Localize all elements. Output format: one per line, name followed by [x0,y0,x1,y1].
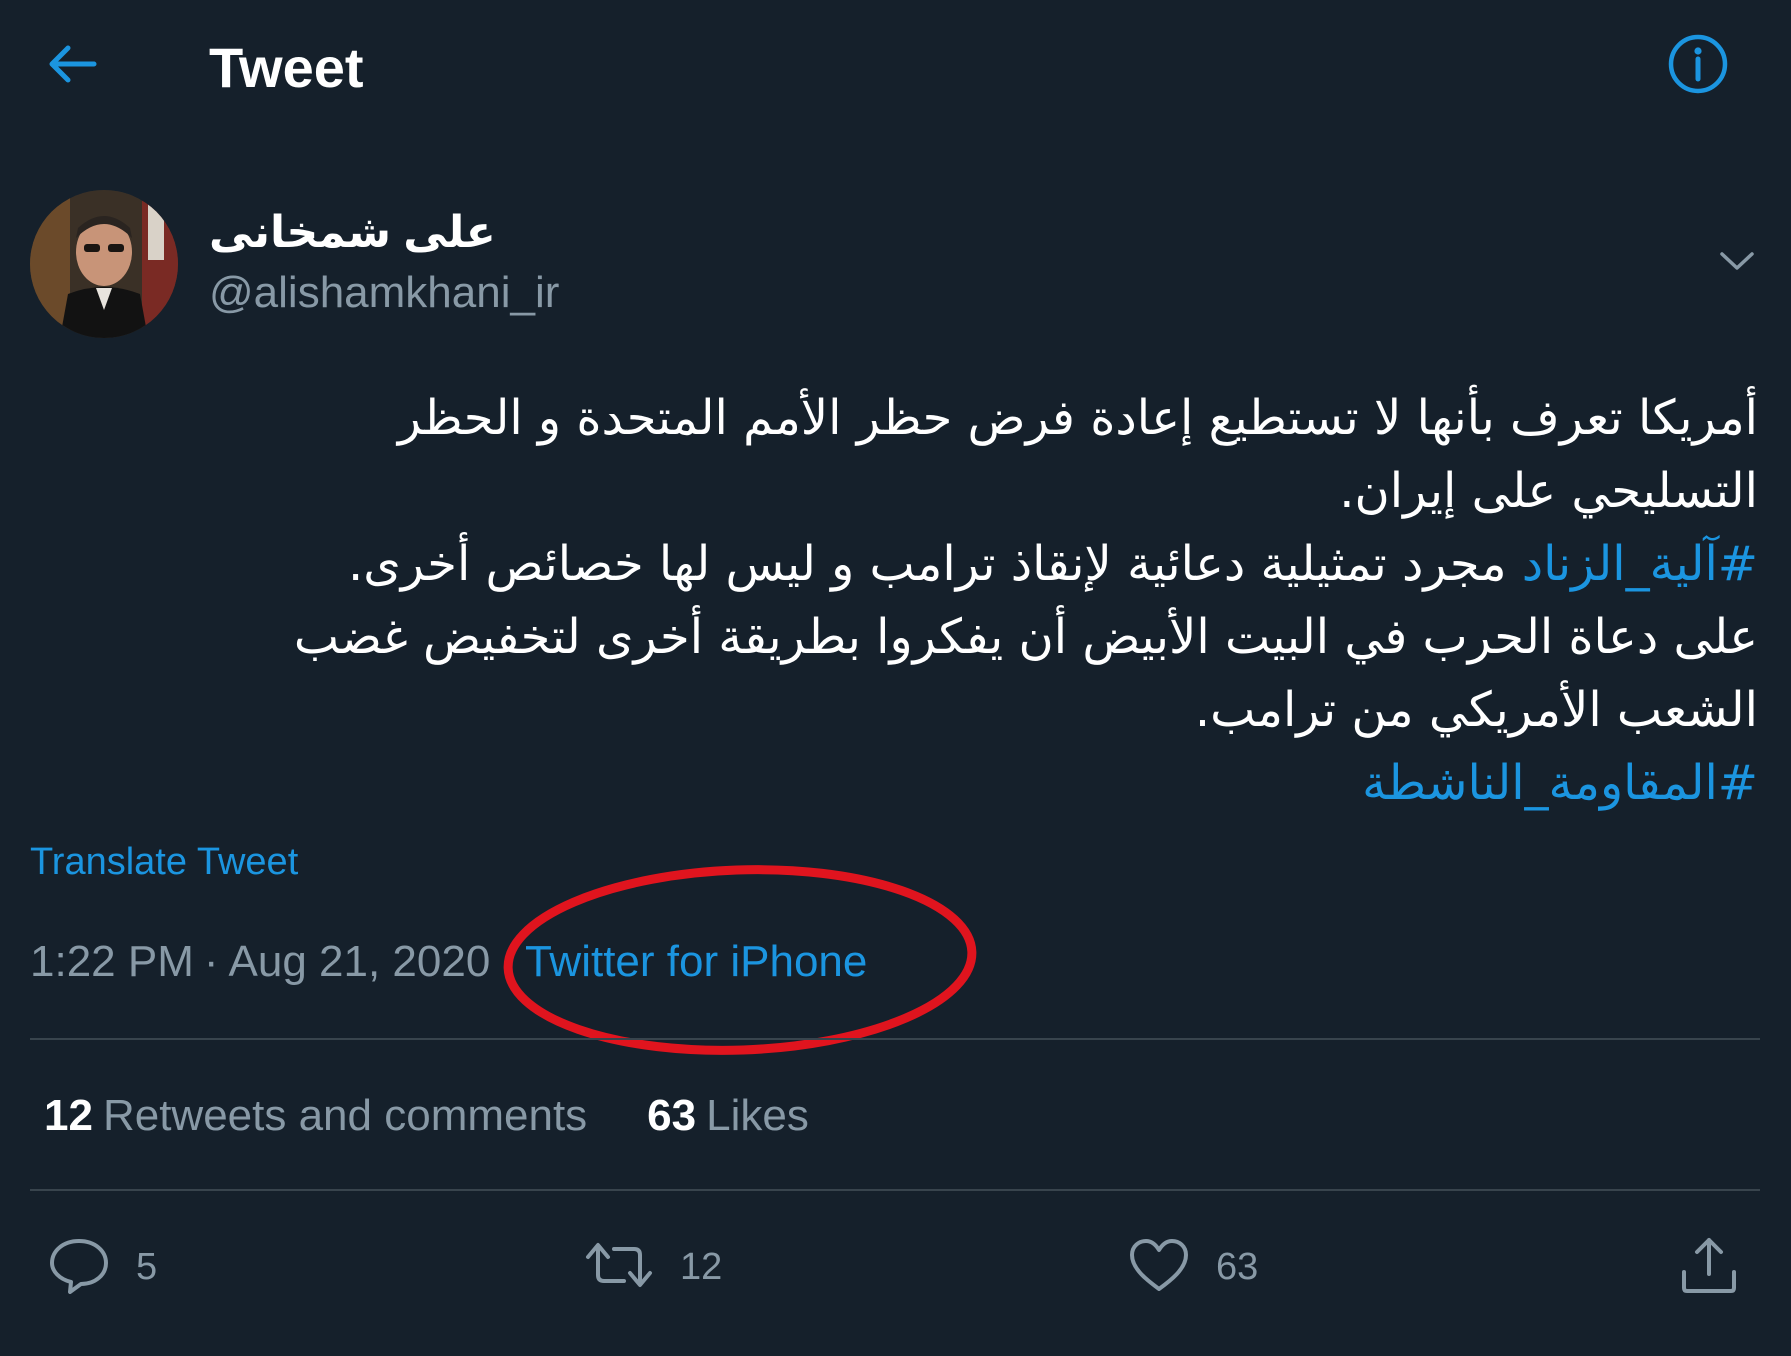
reply-count: 5 [136,1245,158,1288]
tweet-date[interactable]: Aug 21, 2020 [229,937,491,986]
like-button[interactable]: 63 [1128,1232,1258,1302]
tweet-meta: 1:22 PM · Aug 21, 2020 · Twitter for iPhone [30,934,867,990]
translate-tweet-link[interactable]: Translate Tweet [30,838,298,886]
retweet-count: 12 [680,1245,723,1288]
meta-separator: · [500,937,515,986]
tweet-line: #آلية_الزناد مجرد تمثيلية دعائية لإنقاذ … [100,528,1758,601]
back-button[interactable] [44,38,100,94]
tweet-line: الشعب الأمريكي من ترامب. [1194,682,1758,738]
divider [30,1189,1760,1191]
likes-label: Likes [706,1091,809,1140]
hashtag-link[interactable]: #آلية_الزناد [1522,536,1758,592]
tweet-line: التسليحي على إيران. [1339,463,1758,519]
likes-stat[interactable]: 63 Likes [647,1088,809,1144]
tweet-source-link[interactable]: Twitter for iPhone [525,937,867,986]
heart-icon [1128,1237,1190,1298]
avatar-photo [30,190,178,338]
share-button[interactable] [1678,1232,1740,1302]
tweet-line-text: مجرد تمثيلية دعائية لإنقاذ ترامب و ليس ل… [347,536,1522,592]
retweets-stat[interactable]: 12 Retweets and comments [44,1088,587,1144]
retweet-button[interactable]: 12 [584,1232,722,1302]
retweets-count: 12 [44,1091,93,1140]
tweet-line: #المقاومة_الناشطة [100,747,1758,820]
divider [30,1038,1760,1040]
back-arrow-icon [46,44,98,89]
tweet-time[interactable]: 1:22 PM [30,937,194,986]
tweet-line: على دعاة الحرب في البيت الأبيض أن يفكروا… [293,609,1758,665]
tweet-line: أمريكا تعرف بأنها لا تستطيع إعادة فرض حظ… [397,390,1758,446]
author-handle[interactable]: @alishamkhani_ir [209,266,559,320]
avatar[interactable] [30,190,178,338]
chevron-down-icon [1719,250,1755,277]
retweet-icon [584,1237,654,1298]
tweet-detail-page: Tweet على شمخانى @alishamkhani_ir أمريكا… [0,0,1791,1356]
info-button[interactable] [1666,34,1730,98]
page-title: Tweet [209,36,364,99]
reply-icon [48,1236,110,1299]
retweets-label: Retweets and comments [102,1091,588,1140]
info-icon [1667,33,1729,100]
hashtag-link[interactable]: #المقاومة_الناشطة [1362,755,1758,811]
meta-separator: · [203,937,219,986]
likes-count: 63 [647,1091,697,1140]
tweet-stats: 12 Retweets and comments 63 Likes [44,1088,809,1144]
tweet-text: أمريكا تعرف بأنها لا تستطيع إعادة فرض حظ… [100,382,1758,820]
like-count: 63 [1216,1245,1259,1288]
share-icon [1678,1234,1740,1301]
author-display-name[interactable]: على شمخانى [209,205,496,261]
reply-button[interactable]: 5 [48,1232,157,1302]
tweet-options-button[interactable] [1712,238,1762,288]
